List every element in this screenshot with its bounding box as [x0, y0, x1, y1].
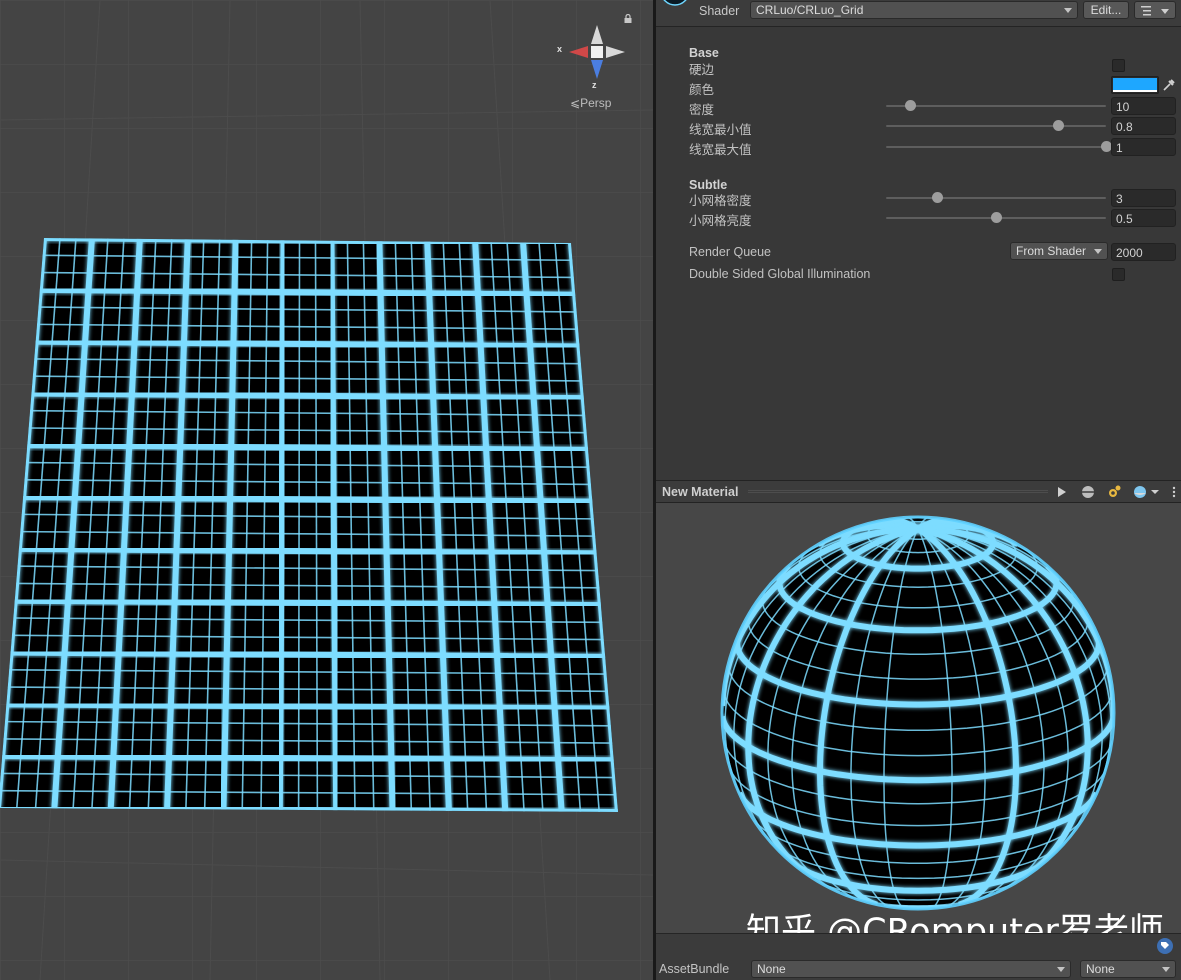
slider-thumb[interactable] — [991, 212, 1002, 223]
slider-thumb[interactable] — [1052, 120, 1064, 131]
chevron-left-icon: ⩽ — [570, 96, 581, 110]
slider-thumb[interactable] — [931, 192, 943, 203]
render-queue-dropdown[interactable]: From Shader — [1010, 242, 1108, 260]
density-label: 密度 — [689, 103, 715, 117]
watermark-text: 知乎 @CRomputer罗老师 — [746, 912, 1164, 933]
preview-title: New Material — [662, 485, 739, 499]
chevron-down-icon — [1162, 967, 1170, 972]
asset-bundle-value: None — [757, 962, 786, 976]
preview-sphere — [720, 515, 1116, 911]
render-queue-mode: From Shader — [1016, 244, 1087, 258]
shader-value: CRLuo/CRLuo_Grid — [756, 3, 864, 17]
line-min-label: 线宽最小值 — [689, 123, 752, 137]
line-max-field[interactable]: 1 — [1111, 138, 1176, 156]
asset-bundle-label: AssetBundle — [659, 962, 730, 976]
hard-edge-label: 硬边 — [689, 63, 715, 77]
material-inspector: Shader CRLuo/CRLuo_Grid Edit... Base 硬边 … — [656, 0, 1181, 480]
shader-dropdown[interactable]: CRLuo/CRLuo_Grid — [750, 1, 1078, 19]
eyedropper-icon[interactable] — [1162, 78, 1176, 92]
line-max-label: 线宽最大值 — [689, 143, 752, 157]
material-thumbnail-icon — [663, 0, 687, 6]
light-icon[interactable] — [1106, 484, 1122, 500]
density-slider[interactable] — [886, 100, 1106, 111]
major-grid-line — [10, 649, 606, 660]
chevron-down-icon[interactable] — [1148, 484, 1164, 500]
lock-icon[interactable] — [624, 14, 632, 23]
tag-icon[interactable] — [1156, 937, 1174, 955]
edit-shader-button[interactable]: Edit... — [1083, 1, 1129, 19]
color-label: 颜色 — [689, 83, 715, 97]
asset-variant-value: None — [1086, 962, 1115, 976]
projection-label: Persp — [580, 96, 612, 110]
small-density-field[interactable]: 3 — [1111, 189, 1176, 207]
asset-bundle-bar: AssetBundle None None — [656, 933, 1181, 980]
asset-variant-dropdown[interactable]: None — [1080, 960, 1176, 978]
line-min-slider[interactable] — [886, 120, 1106, 131]
line-min-field[interactable]: 0.8 — [1111, 117, 1176, 135]
hard-edge-checkbox[interactable] — [1112, 59, 1125, 72]
color-swatch[interactable] — [1111, 76, 1159, 94]
play-icon[interactable] — [1053, 484, 1069, 500]
chevron-down-icon — [1064, 8, 1072, 13]
grid-plane[interactable] — [0, 0, 653, 980]
small-brightness-field[interactable]: 0.5 — [1111, 209, 1176, 227]
preview-toolbar: New Material — [656, 480, 1181, 503]
double-sided-gi-checkbox[interactable] — [1112, 268, 1125, 281]
minor-grid-line — [297, 240, 301, 810]
material-preview[interactable]: 知乎 @CRomputer罗老师 — [656, 503, 1181, 933]
small-density-label: 小网格密度 — [689, 194, 752, 208]
small-brightness-slider[interactable] — [886, 212, 1106, 223]
asset-bundle-dropdown[interactable]: None — [751, 960, 1071, 978]
small-brightness-label: 小网格亮度 — [689, 214, 752, 228]
color-alpha-bar — [1113, 90, 1157, 92]
chevron-down-icon — [1057, 967, 1065, 972]
major-grid-line — [6, 701, 610, 712]
gizmo-x-label: x — [557, 44, 563, 54]
render-queue-field[interactable]: 2000 — [1111, 243, 1176, 261]
small-density-slider[interactable] — [886, 192, 1106, 203]
density-field[interactable]: 10 — [1111, 97, 1176, 115]
major-grid-line — [276, 240, 287, 810]
sphere-icon[interactable] — [1080, 484, 1096, 500]
slider-thumb[interactable] — [905, 100, 917, 111]
major-grid-line — [0, 805, 618, 812]
section-base: Base — [689, 46, 719, 60]
context-menu-button[interactable] — [1134, 1, 1176, 19]
projection-toggle[interactable]: ⩽Persp — [570, 96, 611, 110]
render-queue-label: Render Queue — [689, 245, 772, 259]
list-icon — [1141, 6, 1169, 16]
gizmo-z-label: z — [592, 80, 597, 90]
more-options-icon[interactable] — [1166, 484, 1181, 500]
double-sided-gi-label: Double Sided Global Illumination — [689, 267, 871, 281]
environment-sphere-icon[interactable] — [1132, 484, 1148, 500]
scene-view[interactable]: x z ⩽Persp — [0, 0, 653, 980]
chevron-down-icon — [1094, 249, 1102, 254]
line-max-slider[interactable] — [886, 141, 1112, 152]
major-grid-line — [2, 753, 614, 764]
shader-label: Shader — [699, 4, 740, 18]
color-fill — [1113, 78, 1157, 90]
resize-grip[interactable] — [748, 490, 1048, 493]
shader-header: Shader CRLuo/CRLuo_Grid Edit... — [656, 0, 1181, 27]
